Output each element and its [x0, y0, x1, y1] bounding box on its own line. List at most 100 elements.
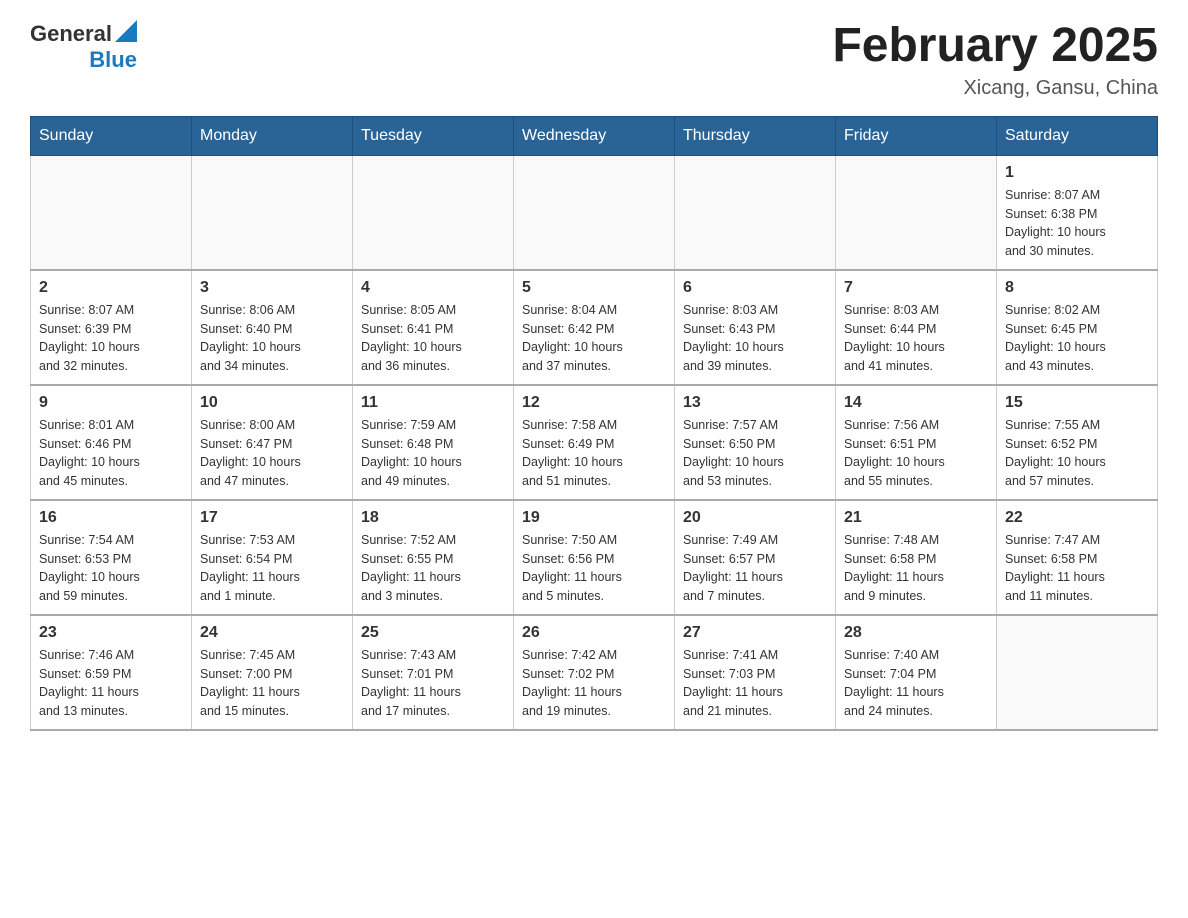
day-number: 23 — [39, 624, 183, 642]
day-cell: 12Sunrise: 7:58 AMSunset: 6:49 PMDayligh… — [514, 385, 675, 500]
day-number: 11 — [361, 394, 505, 412]
day-info: Sunrise: 7:42 AMSunset: 7:02 PMDaylight:… — [522, 646, 666, 721]
day-cell: 7 Sunrise: 8:03 AMSunset: 6:44 PMDaylight… — [836, 270, 997, 385]
day-info: Sunrise: 7:55 AMSunset: 6:52 PMDaylight:… — [1005, 416, 1149, 491]
day-info: Sunrise: 8:05 AMSunset: 6:41 PMDaylight:… — [361, 301, 505, 376]
day-cell: 28Sunrise: 7:40 AMSunset: 7:04 PMDayligh… — [836, 615, 997, 730]
weekday-header-thursday: Thursday — [675, 116, 836, 155]
calendar-title: February 2025 — [832, 20, 1158, 73]
weekday-header-wednesday: Wednesday — [514, 116, 675, 155]
weekday-header-row: SundayMondayTuesdayWednesdayThursdayFrid… — [31, 116, 1158, 155]
day-info: Sunrise: 7:52 AMSunset: 6:55 PMDaylight:… — [361, 531, 505, 606]
day-info: Sunrise: 7:41 AMSunset: 7:03 PMDaylight:… — [683, 646, 827, 721]
day-info: Sunrise: 8:02 AMSunset: 6:45 PMDaylight:… — [1005, 301, 1149, 376]
calendar-table: SundayMondayTuesdayWednesdayThursdayFrid… — [30, 116, 1158, 731]
day-number: 15 — [1005, 394, 1149, 412]
day-number: 5 — [522, 279, 666, 297]
day-info: Sunrise: 8:06 AMSunset: 6:40 PMDaylight:… — [200, 301, 344, 376]
day-cell: 13 Sunrise: 7:57 AMSunset: 6:50 PMDayligh… — [675, 385, 836, 500]
day-number: 25 — [361, 624, 505, 642]
week-row-3: 9 Sunrise: 8:01 AMSunset: 6:46 PMDaylight… — [31, 385, 1158, 500]
day-info: Sunrise: 7:50 AMSunset: 6:56 PMDaylight:… — [522, 531, 666, 606]
day-info: Sunrise: 8:03 AMSunset: 6:43 PMDaylight:… — [683, 301, 827, 376]
day-number: 1 — [1005, 164, 1149, 182]
day-cell: 10 Sunrise: 8:00 AMSunset: 6:47 PMDayligh… — [192, 385, 353, 500]
day-cell: 24 Sunrise: 7:45 AMSunset: 7:00 PMDayligh… — [192, 615, 353, 730]
weekday-header-friday: Friday — [836, 116, 997, 155]
day-info: Sunrise: 7:43 AMSunset: 7:01 PMDaylight:… — [361, 646, 505, 721]
day-cell — [675, 155, 836, 270]
day-cell: 15 Sunrise: 7:55 AMSunset: 6:52 PMDayligh… — [997, 385, 1158, 500]
day-info: Sunrise: 7:45 AMSunset: 7:00 PMDaylight:… — [200, 646, 344, 721]
day-cell: 27 Sunrise: 7:41 AMSunset: 7:03 PMDayligh… — [675, 615, 836, 730]
day-info: Sunrise: 8:07 AMSunset: 6:38 PMDaylight:… — [1005, 186, 1149, 261]
day-cell — [353, 155, 514, 270]
day-cell: 1 Sunrise: 8:07 AMSunset: 6:38 PMDaylight… — [997, 155, 1158, 270]
day-number: 7 — [844, 279, 988, 297]
day-cell: 5 Sunrise: 8:04 AMSunset: 6:42 PMDaylight… — [514, 270, 675, 385]
day-number: 27 — [683, 624, 827, 642]
day-cell: 18 Sunrise: 7:52 AMSunset: 6:55 PMDayligh… — [353, 500, 514, 615]
week-row-2: 2 Sunrise: 8:07 AMSunset: 6:39 PMDaylight… — [31, 270, 1158, 385]
week-row-5: 23 Sunrise: 7:46 AMSunset: 6:59 PMDayligh… — [31, 615, 1158, 730]
day-cell: 20 Sunrise: 7:49 AMSunset: 6:57 PMDayligh… — [675, 500, 836, 615]
day-cell: 26Sunrise: 7:42 AMSunset: 7:02 PMDayligh… — [514, 615, 675, 730]
day-cell: 8 Sunrise: 8:02 AMSunset: 6:45 PMDaylight… — [997, 270, 1158, 385]
day-info: Sunrise: 8:03 AMSunset: 6:44 PMDaylight:… — [844, 301, 988, 376]
day-cell — [192, 155, 353, 270]
day-cell: 6Sunrise: 8:03 AMSunset: 6:43 PMDaylight… — [675, 270, 836, 385]
day-info: Sunrise: 7:58 AMSunset: 6:49 PMDaylight:… — [522, 416, 666, 491]
day-cell: 9 Sunrise: 8:01 AMSunset: 6:46 PMDaylight… — [31, 385, 192, 500]
week-row-4: 16 Sunrise: 7:54 AMSunset: 6:53 PMDayligh… — [31, 500, 1158, 615]
day-cell: 21Sunrise: 7:48 AMSunset: 6:58 PMDayligh… — [836, 500, 997, 615]
day-cell — [514, 155, 675, 270]
day-info: Sunrise: 7:47 AMSunset: 6:58 PMDaylight:… — [1005, 531, 1149, 606]
day-number: 9 — [39, 394, 183, 412]
day-number: 10 — [200, 394, 344, 412]
weekday-header-tuesday: Tuesday — [353, 116, 514, 155]
day-number: 19 — [522, 509, 666, 527]
day-cell: 14 Sunrise: 7:56 AMSunset: 6:51 PMDayligh… — [836, 385, 997, 500]
day-info: Sunrise: 7:59 AMSunset: 6:48 PMDaylight:… — [361, 416, 505, 491]
day-number: 4 — [361, 279, 505, 297]
day-info: Sunrise: 7:54 AMSunset: 6:53 PMDaylight:… — [39, 531, 183, 606]
day-cell: 11 Sunrise: 7:59 AMSunset: 6:48 PMDayligh… — [353, 385, 514, 500]
day-info: Sunrise: 7:56 AMSunset: 6:51 PMDaylight:… — [844, 416, 988, 491]
day-cell: 23 Sunrise: 7:46 AMSunset: 6:59 PMDayligh… — [31, 615, 192, 730]
day-cell — [997, 615, 1158, 730]
day-cell — [836, 155, 997, 270]
day-cell: 4 Sunrise: 8:05 AMSunset: 6:41 PMDaylight… — [353, 270, 514, 385]
day-number: 16 — [39, 509, 183, 527]
day-info: Sunrise: 7:49 AMSunset: 6:57 PMDaylight:… — [683, 531, 827, 606]
day-number: 20 — [683, 509, 827, 527]
day-cell: 19 Sunrise: 7:50 AMSunset: 6:56 PMDayligh… — [514, 500, 675, 615]
day-info: Sunrise: 7:40 AMSunset: 7:04 PMDaylight:… — [844, 646, 988, 721]
calendar-subtitle: Xicang, Gansu, China — [832, 77, 1158, 100]
day-number: 3 — [200, 279, 344, 297]
title-section: February 2025 Xicang, Gansu, China — [832, 20, 1158, 100]
day-cell: 17Sunrise: 7:53 AMSunset: 6:54 PMDayligh… — [192, 500, 353, 615]
day-info: Sunrise: 7:46 AMSunset: 6:59 PMDaylight:… — [39, 646, 183, 721]
day-number: 2 — [39, 279, 183, 297]
day-info: Sunrise: 8:04 AMSunset: 6:42 PMDaylight:… — [522, 301, 666, 376]
day-info: Sunrise: 7:57 AMSunset: 6:50 PMDaylight:… — [683, 416, 827, 491]
day-info: Sunrise: 8:07 AMSunset: 6:39 PMDaylight:… — [39, 301, 183, 376]
day-number: 18 — [361, 509, 505, 527]
day-cell: 16 Sunrise: 7:54 AMSunset: 6:53 PMDayligh… — [31, 500, 192, 615]
day-number: 24 — [200, 624, 344, 642]
day-number: 13 — [683, 394, 827, 412]
day-cell — [31, 155, 192, 270]
day-number: 14 — [844, 394, 988, 412]
weekday-header-sunday: Sunday — [31, 116, 192, 155]
weekday-header-monday: Monday — [192, 116, 353, 155]
day-cell: 2 Sunrise: 8:07 AMSunset: 6:39 PMDaylight… — [31, 270, 192, 385]
day-info: Sunrise: 8:01 AMSunset: 6:46 PMDaylight:… — [39, 416, 183, 491]
day-number: 17 — [200, 509, 344, 527]
day-number: 22 — [1005, 509, 1149, 527]
day-cell: 25 Sunrise: 7:43 AMSunset: 7:01 PMDayligh… — [353, 615, 514, 730]
day-info: Sunrise: 8:00 AMSunset: 6:47 PMDaylight:… — [200, 416, 344, 491]
day-info: Sunrise: 7:48 AMSunset: 6:58 PMDaylight:… — [844, 531, 988, 606]
day-number: 8 — [1005, 279, 1149, 297]
logo: General Blue — [30, 20, 137, 73]
day-cell: 22 Sunrise: 7:47 AMSunset: 6:58 PMDayligh… — [997, 500, 1158, 615]
